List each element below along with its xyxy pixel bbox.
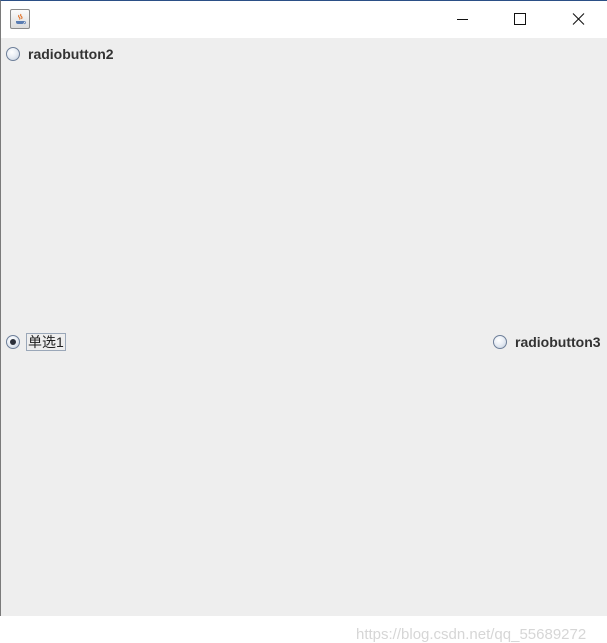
app-window: radiobutton2 单选1 radiobutton3 https://bl… bbox=[0, 0, 607, 643]
maximize-icon bbox=[514, 13, 526, 25]
radiobutton3-label[interactable]: radiobutton3 bbox=[515, 333, 601, 351]
radiobutton2-radio[interactable]: radiobutton2 bbox=[6, 44, 114, 64]
close-button[interactable] bbox=[549, 1, 607, 38]
radio-unchecked-icon[interactable] bbox=[493, 335, 507, 349]
content-pane: radiobutton2 单选1 radiobutton3 https://bl… bbox=[1, 38, 607, 643]
maximize-button[interactable] bbox=[491, 1, 549, 38]
radio-option-1-label[interactable]: 单选1 bbox=[26, 333, 66, 351]
radiobutton2-label[interactable]: radiobutton2 bbox=[28, 45, 114, 63]
java-app-icon[interactable] bbox=[10, 9, 30, 29]
minimize-button[interactable] bbox=[433, 1, 491, 38]
radiobutton3-radio[interactable]: radiobutton3 bbox=[493, 332, 601, 352]
radio-option-1[interactable]: 单选1 bbox=[6, 332, 66, 352]
minimize-icon bbox=[457, 19, 468, 20]
watermark-text: https://blog.csdn.net/qq_55689272 bbox=[356, 626, 587, 643]
title-bar bbox=[1, 1, 607, 38]
close-icon bbox=[572, 13, 585, 25]
radio-checked-icon[interactable] bbox=[6, 335, 20, 349]
radio-unchecked-icon[interactable] bbox=[6, 47, 20, 61]
